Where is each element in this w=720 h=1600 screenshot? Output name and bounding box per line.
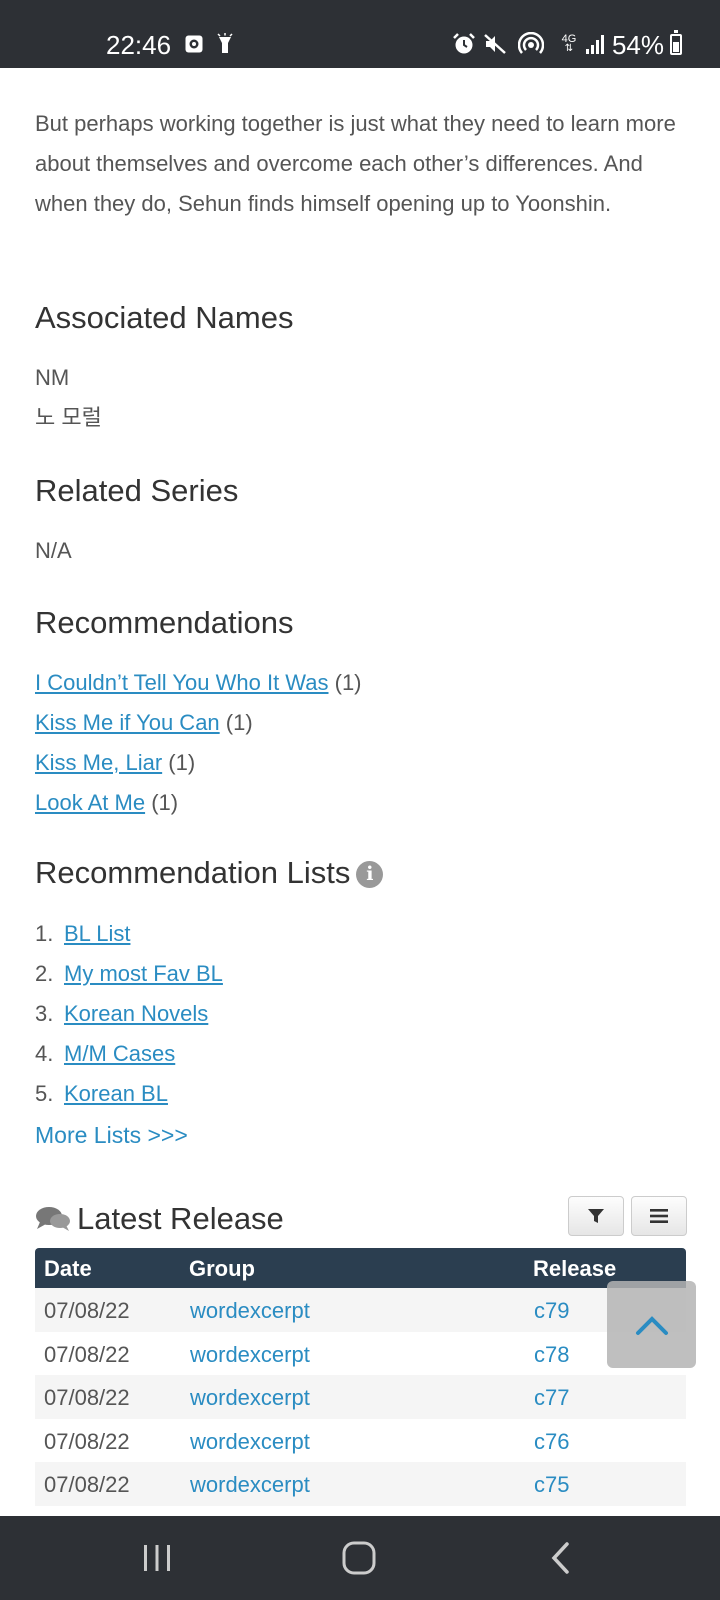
latest-release-heading: Latest Release (35, 1201, 284, 1237)
comments-icon (36, 1207, 70, 1231)
recommendation-count: (1) (151, 790, 179, 815)
recent-apps-icon (144, 1545, 170, 1571)
home-button[interactable] (299, 1516, 419, 1600)
4g-icon: 4G ⇅ (561, 33, 577, 54)
recommendation-count: (1) (225, 710, 253, 735)
hotspot-icon (517, 31, 545, 57)
recommendation-link[interactable]: Look At Me (35, 790, 145, 815)
release-group-link[interactable]: wordexcerpt (190, 1429, 310, 1455)
list-item: 3. Korean Novels (35, 994, 208, 1034)
list-item: 5. Korean BL (35, 1074, 168, 1114)
list-link[interactable]: M/M Cases (64, 1041, 175, 1066)
release-chapter-link[interactable]: c77 (534, 1385, 569, 1411)
associated-name: 노 모럴 (35, 405, 102, 430)
release-chapter-link[interactable]: c78 (534, 1342, 569, 1368)
release-chapter-link[interactable]: c76 (534, 1429, 569, 1455)
status-bar: 22:46 4G ⇅ 54% (0, 0, 720, 68)
back-button[interactable] (501, 1516, 621, 1600)
table-row: 07/08/22 wordexcerpt c75 (35, 1462, 686, 1506)
release-date: 07/08/22 (44, 1428, 130, 1454)
recent-apps-button[interactable] (97, 1516, 217, 1600)
system-navigation-bar (0, 1516, 720, 1600)
recommendation-link[interactable]: I Couldn’t Tell You Who It Was (35, 670, 329, 695)
table-row: 07/08/22 wordexcerpt c76 (35, 1419, 686, 1463)
release-date: 07/08/22 (44, 1385, 130, 1410)
recommendation-item: Look At Me (1) (35, 783, 178, 823)
list-link[interactable]: BL List (64, 921, 130, 946)
recommendation-item: Kiss Me if You Can (1) (35, 703, 253, 743)
chevron-up-icon (635, 1315, 668, 1335)
info-icon[interactable]: i (356, 861, 384, 889)
recommendation-count: (1) (168, 750, 196, 775)
signal-icon (584, 31, 608, 57)
filter-button[interactable] (568, 1196, 624, 1236)
latest-release-title: Latest Release (77, 1201, 284, 1236)
release-date: 07/08/22 (44, 1341, 130, 1367)
menu-button[interactable] (631, 1196, 687, 1236)
list-item: 4. M/M Cases (35, 1034, 175, 1074)
list-number: 4. (35, 1041, 54, 1066)
release-table: Date Group Release 07/08/22 wordexcerpt … (35, 1248, 686, 1506)
recommendation-count: (1) (334, 670, 362, 695)
table-row: 07/08/22 wordexcerpt c77 (35, 1375, 686, 1419)
release-group-link[interactable]: wordexcerpt (190, 1385, 310, 1411)
list-link[interactable]: Korean BL (64, 1081, 168, 1106)
filter-icon (588, 1209, 604, 1223)
recommendations-heading: Recommendations (35, 605, 294, 640)
battery-icon (670, 30, 682, 55)
screen-record-icon (183, 31, 205, 57)
list-link[interactable]: My most Fav BL (64, 961, 223, 986)
column-header-group[interactable]: Group (189, 1256, 255, 1282)
list-number: 2. (35, 961, 54, 986)
release-group-link[interactable]: wordexcerpt (190, 1298, 310, 1324)
recommendation-lists-heading: Recommendation Lists i (35, 855, 384, 891)
scroll-to-top-button[interactable] (607, 1281, 696, 1368)
flashlight-icon (214, 31, 236, 57)
description-text: But perhaps working together is just wha… (35, 111, 676, 216)
table-row: 07/08/22 wordexcerpt c78 (35, 1332, 686, 1376)
list-link[interactable]: Korean Novels (64, 1001, 208, 1026)
recommendation-lists-title: Recommendation Lists (35, 855, 351, 890)
list-number: 3. (35, 1001, 54, 1026)
table-header: Date Group Release (35, 1248, 686, 1288)
alarm-icon (451, 31, 477, 57)
list-number: 1. (35, 921, 54, 946)
related-series-value: N/A (35, 538, 72, 563)
page-content[interactable]: But perhaps working together is just wha… (0, 68, 720, 1516)
recommendation-item: Kiss Me, Liar (1) (35, 743, 195, 783)
recommendation-link[interactable]: Kiss Me, Liar (35, 750, 162, 775)
recommendation-link[interactable]: Kiss Me if You Can (35, 710, 220, 735)
recommendation-item: I Couldn’t Tell You Who It Was (1) (35, 663, 362, 703)
related-series-heading: Related Series (35, 473, 239, 508)
list-item: 1. BL List (35, 914, 130, 954)
release-chapter-link[interactable]: c75 (534, 1472, 569, 1498)
release-group-link[interactable]: wordexcerpt (190, 1342, 310, 1368)
battery-percent: 54% (611, 30, 664, 60)
associated-names-heading: Associated Names (35, 300, 294, 335)
column-header-date[interactable]: Date (44, 1256, 92, 1282)
release-chapter-link[interactable]: c79 (534, 1298, 569, 1324)
more-lists-link[interactable]: More Lists >>> (35, 1122, 188, 1149)
status-time: 22:46 (106, 30, 172, 60)
mute-icon (482, 31, 508, 57)
hamburger-icon (650, 1209, 668, 1223)
home-icon (342, 1541, 376, 1575)
release-date: 07/08/22 (44, 1298, 130, 1323)
release-date: 07/08/22 (44, 1472, 130, 1497)
table-body: 07/08/22 wordexcerpt c79 07/08/22 wordex… (35, 1288, 686, 1506)
associated-name: NM (35, 365, 70, 390)
list-item: 2. My most Fav BL (35, 954, 223, 994)
table-row: 07/08/22 wordexcerpt c79 (35, 1288, 686, 1332)
column-header-release[interactable]: Release (533, 1256, 616, 1282)
list-number: 5. (35, 1081, 54, 1106)
release-group-link[interactable]: wordexcerpt (190, 1472, 310, 1498)
back-icon (551, 1542, 569, 1574)
